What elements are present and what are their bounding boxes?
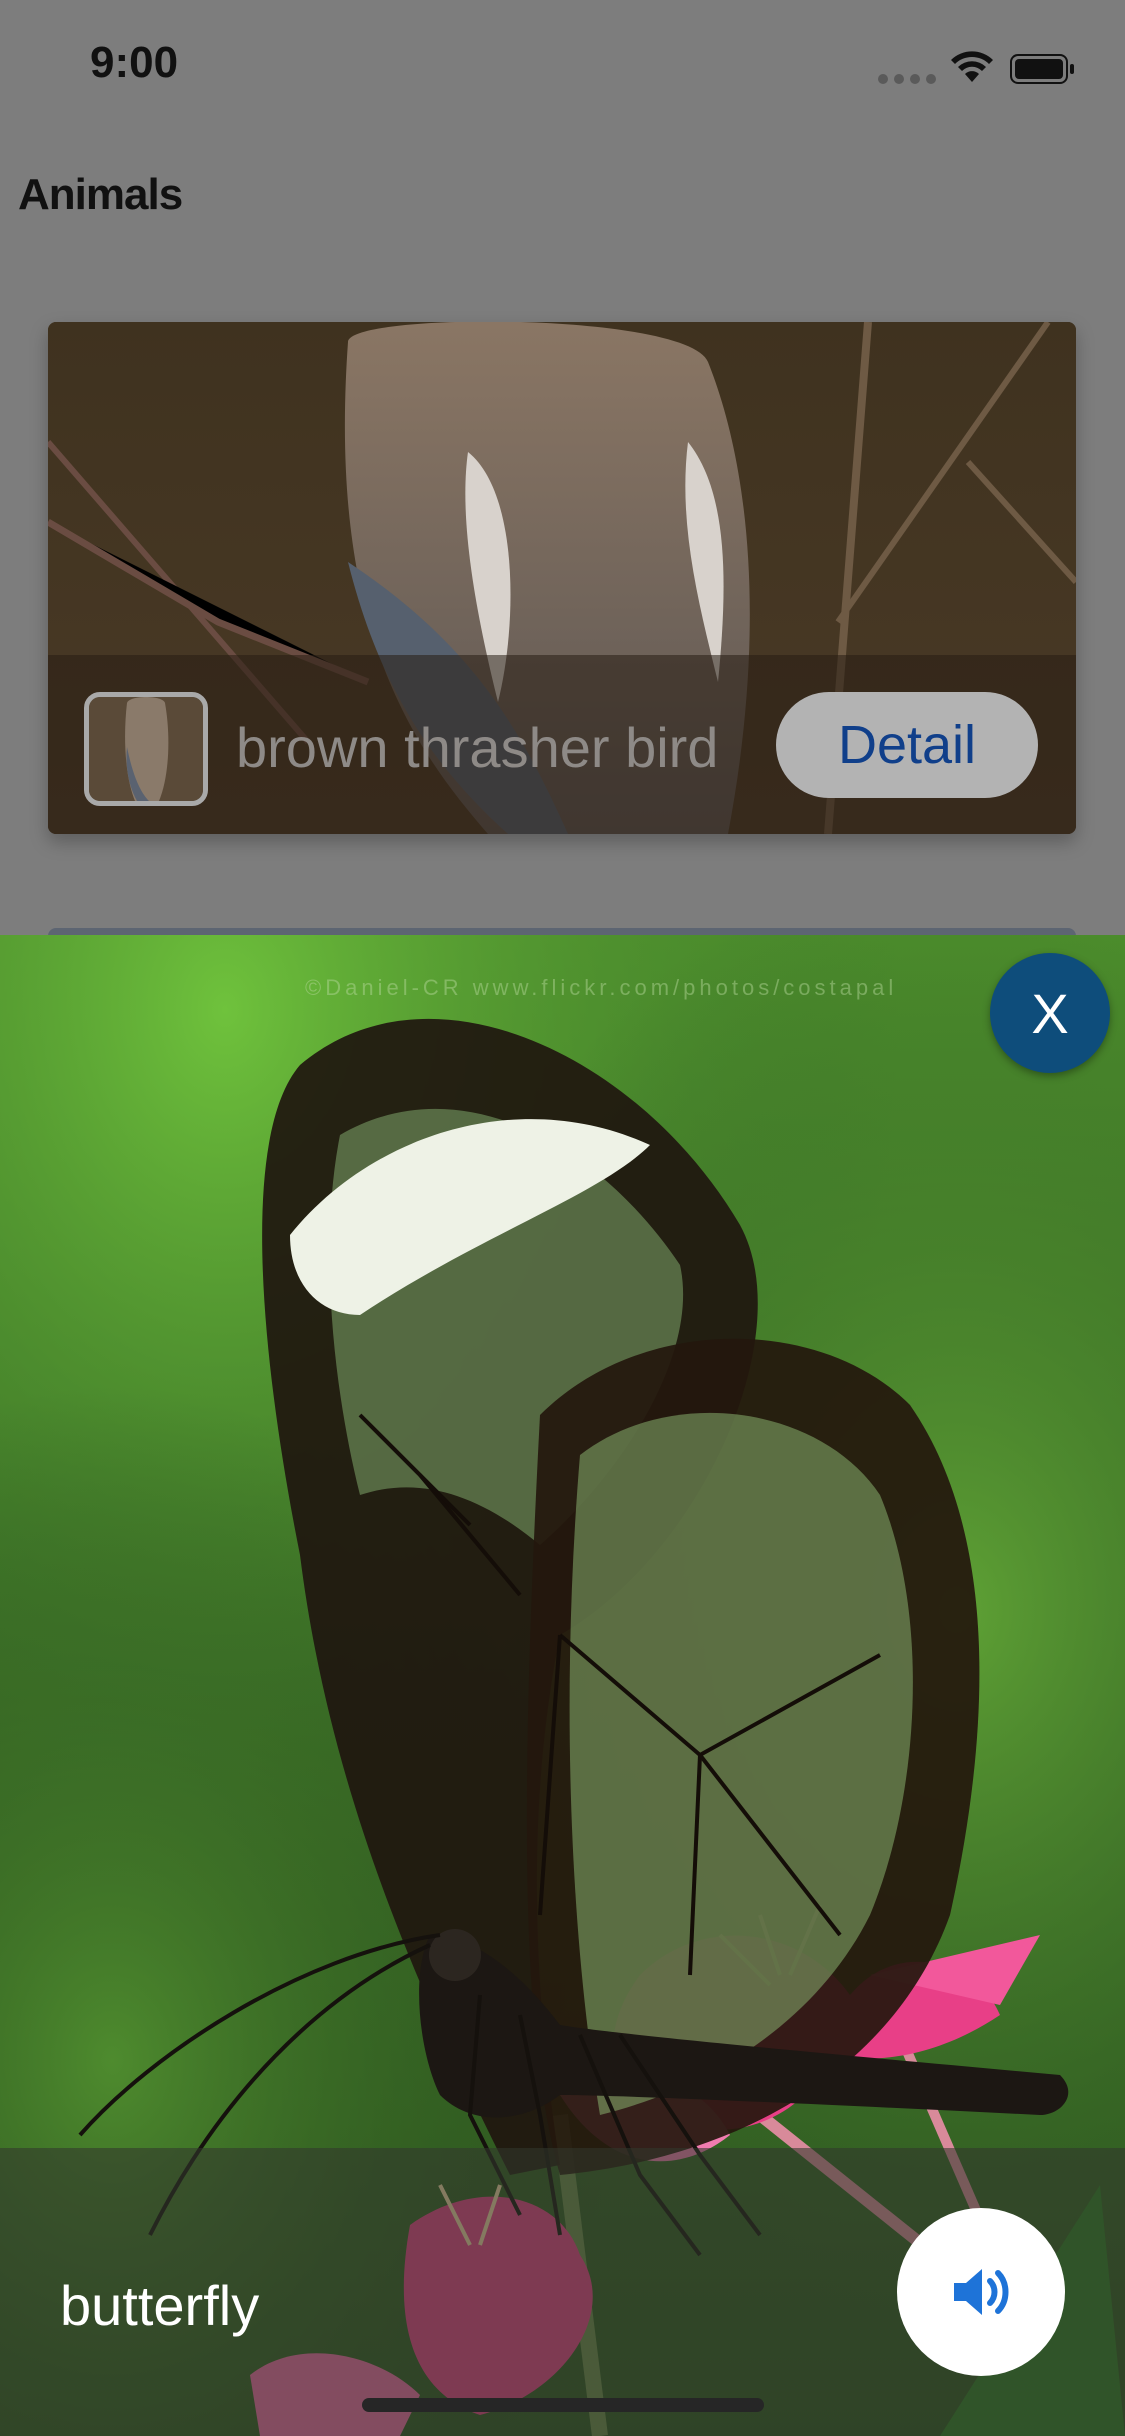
- status-time: 9:00: [90, 38, 179, 87]
- sound-button[interactable]: [897, 2208, 1065, 2376]
- card-thumbnail: [84, 692, 208, 806]
- detail-button[interactable]: Detail: [776, 692, 1038, 798]
- page-title: Animals: [18, 170, 183, 219]
- battery-icon: [1010, 54, 1074, 84]
- card-title: brown thrasher bird: [236, 716, 719, 779]
- status-bar: 9:00: [0, 0, 1125, 140]
- speaker-icon: [954, 2269, 1009, 2315]
- card-caption: brown thrasher bird Detail: [48, 655, 1076, 834]
- image-overlay: ©Daniel-CR www.flickr.com/photos/costapa…: [0, 935, 1125, 2436]
- animal-card[interactable]: brown thrasher bird Detail: [48, 322, 1076, 834]
- overlay-caption-bar: butterfly: [0, 2148, 1125, 2436]
- svg-text:©Daniel-CR www.flickr.com/phot: ©Daniel-CR www.flickr.com/photos/costapa…: [305, 975, 897, 1000]
- home-indicator: [362, 2398, 764, 2412]
- overlay-title: butterfly: [60, 2274, 260, 2337]
- wifi-icon: [951, 51, 993, 82]
- close-button[interactable]: X: [990, 953, 1110, 1073]
- signal-icon: [878, 74, 936, 84]
